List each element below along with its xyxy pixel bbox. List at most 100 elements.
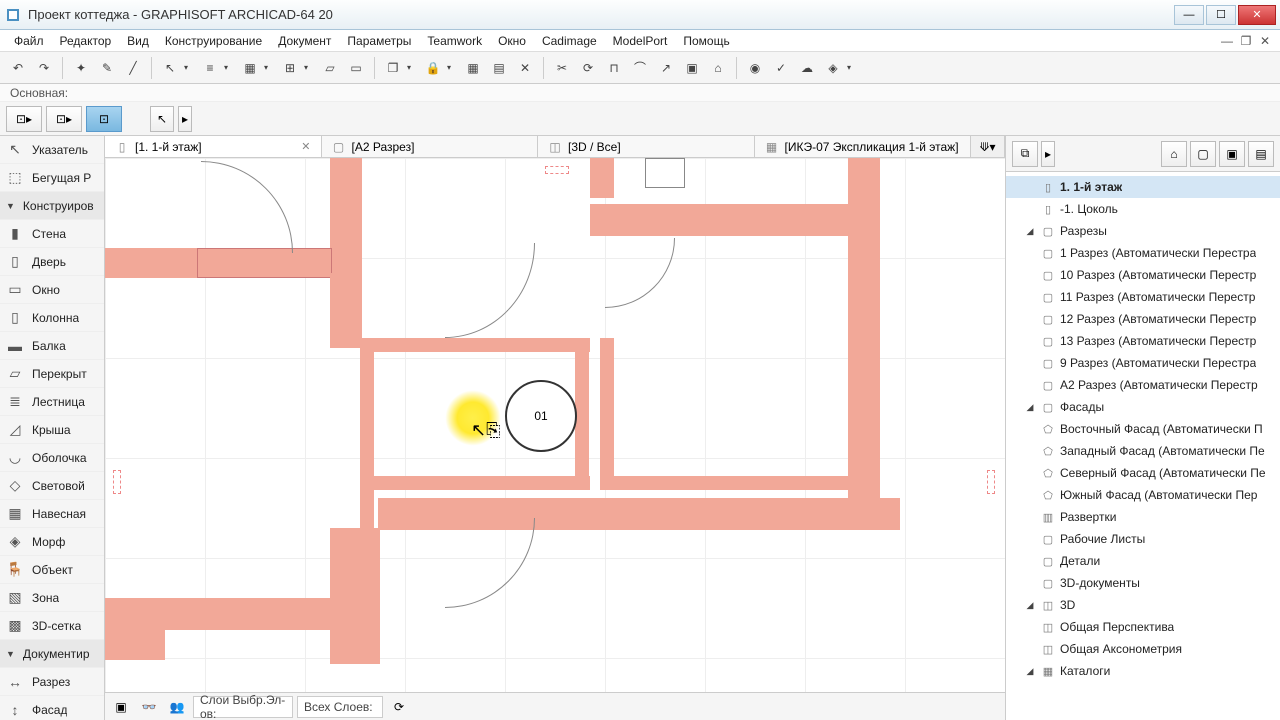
tab-close-button[interactable]: ✕ xyxy=(301,140,310,153)
tab-3d[interactable]: ◫[3D / Все] xyxy=(538,136,755,157)
tab-floorplan[interactable]: ▯[1. 1-й этаж]✕ xyxy=(105,136,322,157)
maximize-button[interactable]: ☐ xyxy=(1206,5,1236,25)
mdi-restore-button[interactable]: ❐ xyxy=(1237,34,1255,48)
menu-construction[interactable]: Конструирование xyxy=(157,32,270,50)
mdi-close-button[interactable]: ✕ xyxy=(1256,34,1274,48)
toolbox-document-header[interactable]: ▼Документир xyxy=(0,640,104,668)
intersect-button[interactable]: ⊓ xyxy=(602,56,626,80)
trace-button[interactable]: ▭ xyxy=(344,56,368,80)
tree-item[interactable]: ▢12 Разрез (Автоматически Перестр xyxy=(1006,308,1280,330)
menu-help[interactable]: Помощь xyxy=(675,32,737,50)
split-button[interactable]: ✂ xyxy=(550,56,574,80)
tool-door[interactable]: ▯Дверь xyxy=(0,248,104,276)
tree-node-catalogs[interactable]: ◢▦Каталоги xyxy=(1006,660,1280,682)
status-icon-2[interactable]: 👓 xyxy=(137,696,161,718)
tree-item-perspective[interactable]: ◫Общая Перспектива xyxy=(1006,616,1280,638)
dropdown-icon[interactable]: ▾ xyxy=(407,63,419,72)
undo-button[interactable]: ↶ xyxy=(6,56,30,80)
menu-file[interactable]: Файл xyxy=(6,32,52,50)
dropdown-icon[interactable]: ▾ xyxy=(264,63,276,72)
tree-node-elevations[interactable]: ◢▢Фасады xyxy=(1006,396,1280,418)
pick-button[interactable]: ✦ xyxy=(69,56,93,80)
tool-elevation[interactable]: ↕Фасад xyxy=(0,696,104,720)
home-button[interactable]: ⌂ xyxy=(706,56,730,80)
tool-object[interactable]: 🪑Объект xyxy=(0,556,104,584)
layers-button[interactable]: ❐ xyxy=(381,56,405,80)
drawing-canvas[interactable]: ↖⎘ 01 ▣ 👓 👥 Слои Выбр.Эл-ов: Всех Слоев:… xyxy=(105,158,1005,720)
resize-button[interactable]: ↗ xyxy=(654,56,678,80)
cloud-button[interactable]: ☁ xyxy=(795,56,819,80)
list-button[interactable]: ▤ xyxy=(487,56,511,80)
zone-marker[interactable]: 01 xyxy=(505,380,577,452)
nav-publisher-button[interactable]: ▤ xyxy=(1248,141,1274,167)
dropdown-icon[interactable]: ▾ xyxy=(447,63,459,72)
minimize-button[interactable]: — xyxy=(1174,5,1204,25)
nav-view-button[interactable]: ▢ xyxy=(1190,141,1216,167)
tool-curtainwall[interactable]: ▦Навесная xyxy=(0,500,104,528)
eyedropper-button[interactable]: ╱ xyxy=(121,56,145,80)
tool-zone[interactable]: ▧Зона xyxy=(0,584,104,612)
guideline-button[interactable]: ≡ xyxy=(198,56,222,80)
tool-section[interactable]: ↔Разрез xyxy=(0,668,104,696)
dropdown-icon[interactable]: ▾ xyxy=(224,63,236,72)
sel-mode-2-button[interactable]: ⊡▸ xyxy=(46,106,82,132)
tab-section[interactable]: ▢[A2 Разрез] xyxy=(322,136,539,157)
explode-button[interactable]: ▣ xyxy=(680,56,704,80)
tree-item-details[interactable]: ▢Детали xyxy=(1006,550,1280,572)
tool-beam[interactable]: ▬Балка xyxy=(0,332,104,360)
tree-item[interactable]: ⬠Южный Фасад (Автоматически Пер xyxy=(1006,484,1280,506)
box-button[interactable]: ◈ xyxy=(821,56,845,80)
tree-node-sections[interactable]: ◢▢Разрезы xyxy=(1006,220,1280,242)
tree-item-floor1[interactable]: ▯1. 1-й этаж xyxy=(1006,176,1280,198)
tab-schedule[interactable]: ▦[ИКЭ-07 Экспликация 1-й этаж] xyxy=(755,136,972,157)
tool-wall[interactable]: ▮Стена xyxy=(0,220,104,248)
all-layers-field[interactable]: Всех Слоев: xyxy=(297,696,383,718)
tool-shell[interactable]: ◡Оболочка xyxy=(0,444,104,472)
tool-marquee[interactable]: ⬚Бегущая Р xyxy=(0,164,104,192)
tool-slab[interactable]: ▱Перекрыт xyxy=(0,360,104,388)
close-button[interactable]: ✕ xyxy=(1238,5,1276,25)
tool-morph[interactable]: ◈Морф xyxy=(0,528,104,556)
inject-button[interactable]: ✎ xyxy=(95,56,119,80)
menu-modelport[interactable]: ModelPort xyxy=(605,32,676,50)
tree-item[interactable]: ▢11 Разрез (Автоматически Перестр xyxy=(1006,286,1280,308)
tool-pointer[interactable]: ↖Указатель xyxy=(0,136,104,164)
tool-stair[interactable]: ≣Лестница xyxy=(0,388,104,416)
tool-column[interactable]: ▯Колонна xyxy=(0,304,104,332)
dropdown-icon[interactable]: ▾ xyxy=(304,63,316,72)
status-icon-3[interactable]: 👥 xyxy=(165,696,189,718)
nav-mode-button[interactable]: ⧉ xyxy=(1012,141,1038,167)
tree-item-basement[interactable]: ▯-1. Цоколь xyxy=(1006,198,1280,220)
suspend-button[interactable]: ▦ xyxy=(461,56,485,80)
grid-button[interactable]: ⊞ xyxy=(278,56,302,80)
tree-item[interactable]: ⬠Восточный Фасад (Автоматически П xyxy=(1006,418,1280,440)
sel-arrow-dropdown[interactable]: ▸ xyxy=(178,106,192,132)
status-icon-1[interactable]: ▣ xyxy=(109,696,133,718)
render-button[interactable]: ◉ xyxy=(743,56,767,80)
tree-item[interactable]: ▢13 Разрез (Автоматически Перестр xyxy=(1006,330,1280,352)
lock-button[interactable]: 🔒 xyxy=(421,56,445,80)
tree-item[interactable]: ⬠Северный Фасад (Автоматически Пе xyxy=(1006,462,1280,484)
tool-skylight[interactable]: ◇Световой xyxy=(0,472,104,500)
menu-parameters[interactable]: Параметры xyxy=(339,32,419,50)
tree-item[interactable]: ▢A2 Разрез (Автоматически Перестр xyxy=(1006,374,1280,396)
ruler-button[interactable]: ▱ xyxy=(318,56,342,80)
toolbox-construct-header[interactable]: ▼Конструиров xyxy=(0,192,104,220)
menu-cadimage[interactable]: Cadimage xyxy=(534,32,605,50)
measure-button[interactable]: ✓ xyxy=(769,56,793,80)
dropdown-icon[interactable]: ▾ xyxy=(847,63,859,72)
tree-node-3d[interactable]: ◢◫3D xyxy=(1006,594,1280,616)
editplane-button[interactable]: ▦ xyxy=(238,56,262,80)
tree-item[interactable]: ▢1 Разрез (Автоматически Перестра xyxy=(1006,242,1280,264)
nav-mode-dropdown[interactable]: ▸ xyxy=(1041,141,1055,167)
mdi-minimize-button[interactable]: — xyxy=(1218,34,1236,48)
tree-item[interactable]: ▢9 Разрез (Автоматически Перестра xyxy=(1006,352,1280,374)
sel-arrow-button[interactable]: ↖ xyxy=(150,106,174,132)
reset-button[interactable]: ✕ xyxy=(513,56,537,80)
fillet-button[interactable]: ⌒ xyxy=(628,56,652,80)
tab-switcher-button[interactable]: ⟱▾ xyxy=(971,136,1005,157)
tool-window[interactable]: ▭Окно xyxy=(0,276,104,304)
tool-mesh[interactable]: ▩3D-сетка xyxy=(0,612,104,640)
menu-teamwork[interactable]: Teamwork xyxy=(419,32,490,50)
adjust-button[interactable]: ⟳ xyxy=(576,56,600,80)
